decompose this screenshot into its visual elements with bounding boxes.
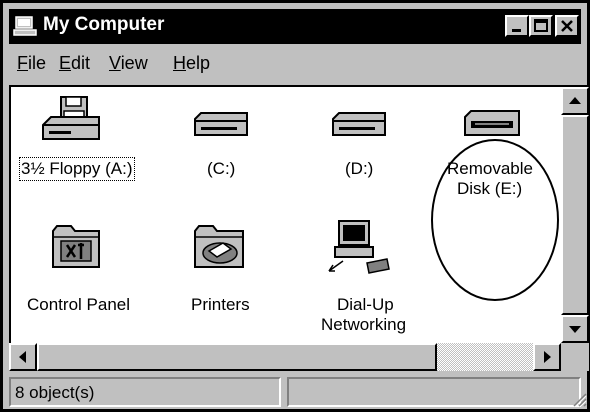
status-pane-secondary (287, 377, 581, 407)
object-count: 8 object(s) (15, 383, 95, 402)
scroll-down-button[interactable] (561, 315, 589, 343)
menu-help[interactable]: Help (173, 53, 210, 74)
item-label: (C:) (207, 159, 236, 178)
floppy-drive-icon (42, 96, 100, 140)
minimize-icon (512, 29, 521, 32)
item-label-line1: Removable (447, 159, 533, 178)
scroll-right-button[interactable] (533, 343, 561, 371)
dial-up-networking-icon (328, 220, 390, 274)
arrow-right-icon (544, 351, 551, 363)
item-label: 3½ Floppy (A:) (19, 157, 135, 181)
vertical-scroll-thumb[interactable] (561, 115, 589, 315)
control-panel-icon (52, 225, 100, 268)
status-pane-count: 8 object(s) (9, 377, 281, 407)
maximize-button[interactable] (529, 15, 553, 37)
horizontal-scroll-thumb[interactable] (37, 343, 437, 371)
menu-edit[interactable]: Edit (59, 53, 90, 74)
item-label: Control Panel (27, 295, 131, 314)
horizontal-scrollbar[interactable] (9, 343, 561, 371)
maximize-icon (534, 19, 548, 32)
close-button[interactable] (555, 15, 579, 37)
menu-file[interactable]: File (17, 53, 46, 74)
scroll-left-button[interactable] (9, 343, 37, 371)
scroll-up-button[interactable] (561, 87, 589, 115)
title-bar[interactable]: My Computer (9, 9, 581, 44)
computer-icon (13, 16, 37, 36)
item-label: (D:) (345, 159, 374, 178)
close-icon (561, 20, 573, 32)
file-view: 3½ Floppy (A:) (C:) (D:) Removable Disk … (9, 85, 561, 343)
minimize-button[interactable] (505, 15, 529, 37)
menu-bar: File Edit View Help (9, 47, 581, 81)
hard-drive-icon (332, 112, 386, 136)
hard-drive-icon (194, 112, 248, 136)
my-computer-window: My Computer File Edit View Help 3½ Flopp… (0, 0, 590, 412)
status-bar: 8 object(s) (9, 375, 589, 409)
item-label: Printers (191, 295, 250, 314)
vertical-scrollbar[interactable] (561, 85, 589, 343)
window-title: My Computer (43, 14, 165, 35)
item-label-line2: Networking (321, 315, 407, 334)
arrow-up-icon (569, 97, 581, 104)
scrollbar-corner (561, 343, 589, 371)
item-label-line1: Dial-Up (337, 295, 394, 314)
item-label-line2: Disk (E:) (457, 179, 523, 198)
arrow-down-icon (569, 326, 581, 333)
removable-disk-icon (464, 110, 520, 136)
arrow-left-icon (19, 351, 26, 363)
menu-view[interactable]: View (109, 53, 148, 74)
printers-folder-icon (194, 225, 244, 268)
resize-grip-icon[interactable] (569, 389, 587, 407)
